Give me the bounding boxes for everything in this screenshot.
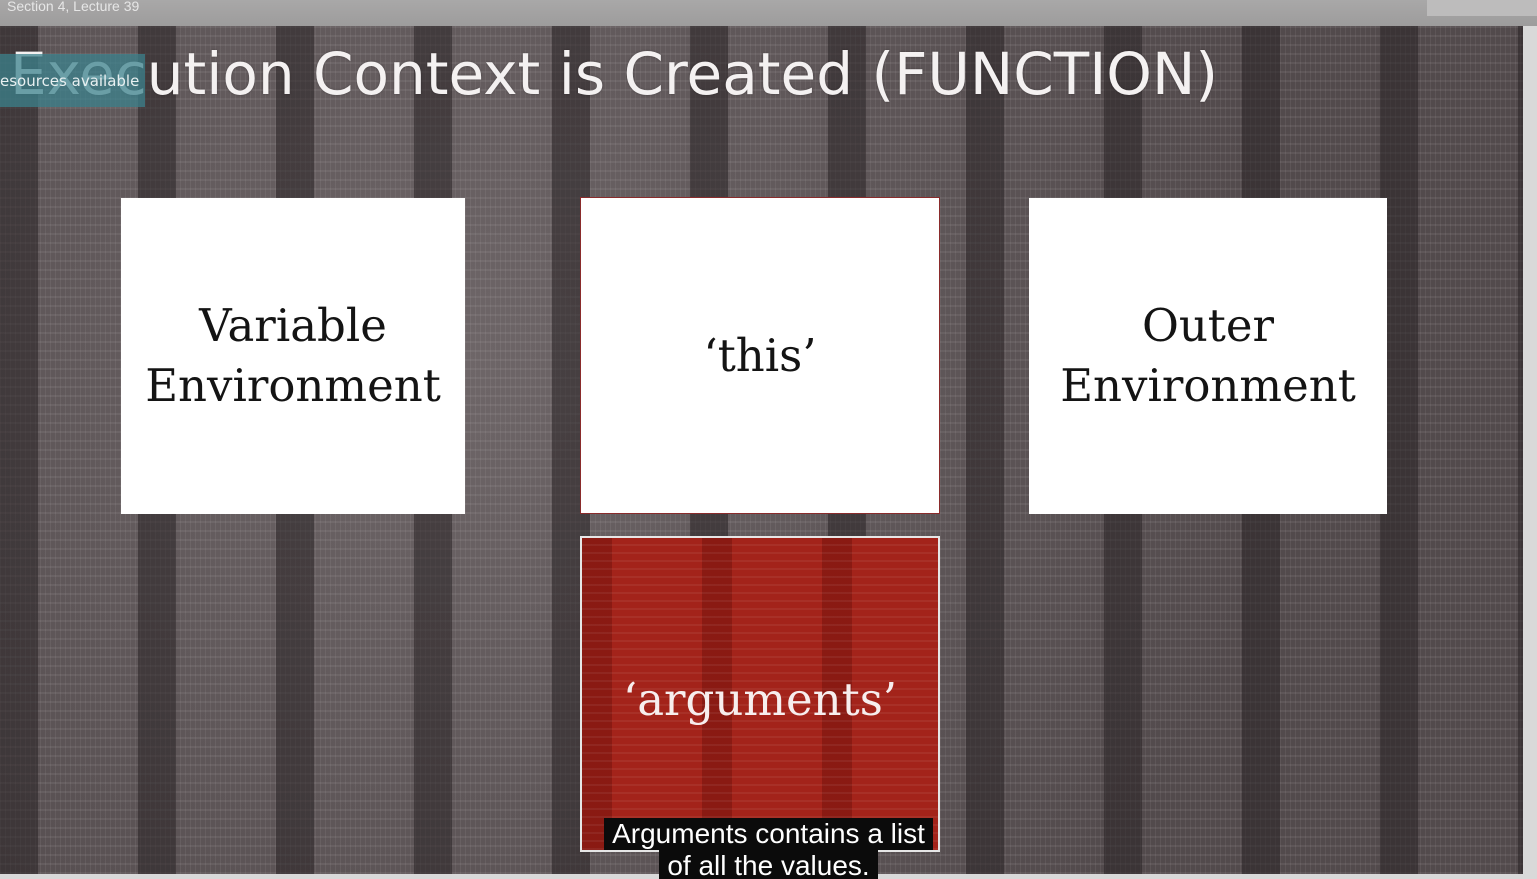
caption-line-2: of all the values. bbox=[659, 850, 878, 879]
card-arguments: ‘arguments’ bbox=[580, 536, 940, 852]
top-right-control[interactable] bbox=[1427, 0, 1537, 16]
card-arguments-label: ‘arguments’ bbox=[622, 673, 898, 726]
card-outer-line-2: Environment bbox=[1060, 359, 1356, 412]
lecture-label: Section 4, Lecture 39 bbox=[7, 0, 140, 14]
card-this-label: ‘this’ bbox=[703, 328, 817, 382]
card-this: ‘this’ bbox=[580, 197, 940, 514]
card-outer-line-1: Outer bbox=[1141, 299, 1275, 352]
subtitle-caption: Arguments contains a list of all the val… bbox=[0, 818, 1537, 879]
slide-title: Execution Context is Created (FUNCTION) bbox=[10, 40, 1218, 108]
card-variable-line-1: Variable bbox=[199, 299, 387, 352]
caption-line-1: Arguments contains a list bbox=[604, 818, 933, 850]
card-variable-line-2: Environment bbox=[145, 359, 441, 412]
right-edge-strip bbox=[1523, 26, 1537, 874]
video-player: Section 4, Lecture 39 Execution Context … bbox=[0, 0, 1537, 879]
resources-available-button[interactable]: esources available bbox=[0, 54, 145, 107]
card-variable-environment: Variable Environment bbox=[121, 198, 465, 514]
player-top-bar: Section 4, Lecture 39 bbox=[0, 0, 1537, 26]
resources-available-label: esources available bbox=[0, 72, 140, 90]
card-outer-environment: Outer Environment bbox=[1029, 198, 1387, 514]
